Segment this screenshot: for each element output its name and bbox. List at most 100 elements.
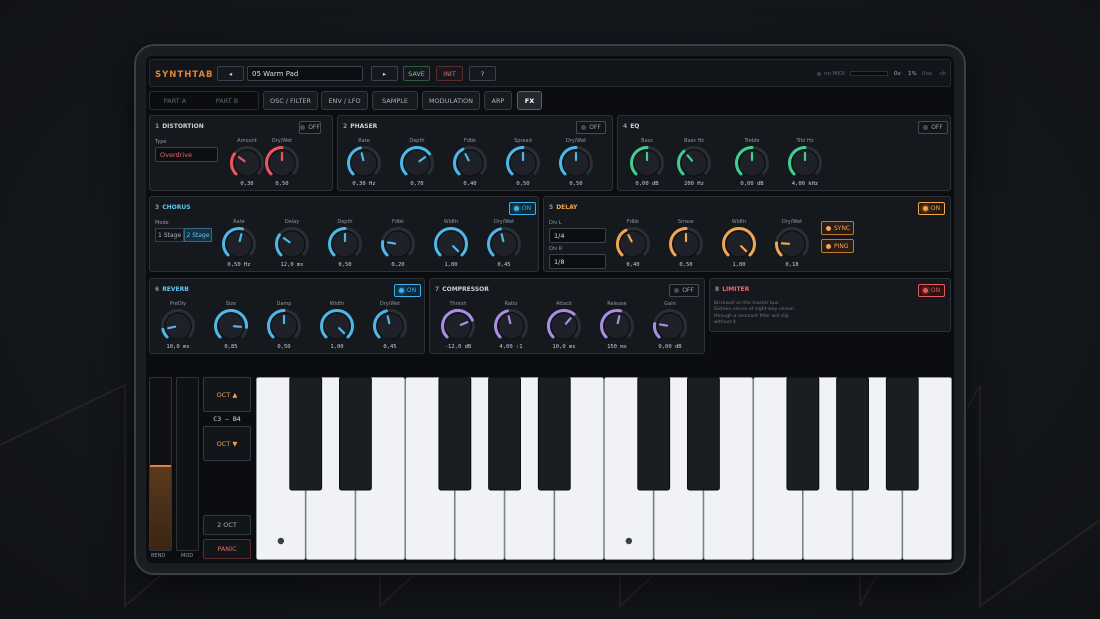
eq-power-toggle[interactable]: OFF (918, 121, 948, 134)
panel-number: 8 (715, 286, 720, 293)
black-key[interactable] (786, 377, 820, 491)
c-key-marker (277, 537, 285, 545)
knob-compressor-release[interactable] (598, 307, 636, 345)
distortion-type-select[interactable]: Overdrive (155, 147, 218, 162)
pitch-bend-wheel[interactable] (149, 377, 172, 551)
save-button[interactable]: SAVE (403, 66, 430, 81)
c-key-marker (625, 537, 633, 545)
help-button[interactable]: ? (469, 66, 496, 81)
knob-eq-bass-hz[interactable] (675, 144, 713, 182)
delay-div-r-select[interactable]: 1/8 (549, 254, 606, 269)
knob-chorus-rate[interactable] (220, 225, 258, 263)
knob-chorus-dry-wet[interactable] (485, 225, 523, 263)
knob-phaser-fdbk[interactable] (451, 144, 489, 182)
knob-phaser-rate[interactable] (345, 144, 383, 182)
delay-ping-button[interactable]: PING (821, 239, 854, 253)
black-key[interactable] (637, 377, 671, 491)
reverb-power-toggle[interactable]: ON (394, 284, 421, 297)
knob-delay-fdbk[interactable] (614, 225, 652, 263)
bend-label: BEND (151, 553, 166, 559)
black-key[interactable] (488, 377, 521, 491)
knob-chorus-delay[interactable] (273, 225, 311, 263)
tab-modulation[interactable]: MODULATION (422, 91, 480, 110)
panic-button[interactable]: PANIC (203, 539, 251, 559)
knob-distortion-amount[interactable] (228, 144, 266, 182)
knob-value: 1,00 (330, 344, 344, 350)
knob-reverb-width[interactable] (318, 307, 356, 345)
knob-value: 10,0 ms (552, 344, 576, 350)
tab-env-lfo[interactable]: ENV / LFO (321, 91, 368, 110)
bend-fill (150, 464, 171, 550)
black-key[interactable] (289, 377, 323, 491)
black-key[interactable] (339, 377, 372, 491)
tab-part-a[interactable]: PART A (154, 91, 196, 110)
knob-value: 0,50 (516, 181, 530, 187)
knob-delay-width[interactable] (720, 225, 758, 263)
knob-reverb-size[interactable] (212, 307, 250, 345)
prev-preset-button[interactable]: ◂ (217, 66, 244, 81)
tab-osc-filter[interactable]: OSC / FILTER (263, 91, 318, 110)
knob-reverb-dry-wet[interactable] (371, 307, 409, 345)
panel-title: 5 DELAY (549, 204, 578, 211)
knob-phaser-dry-wet[interactable] (557, 144, 595, 182)
knob-delay-smear[interactable] (667, 225, 705, 263)
chorus-power-toggle[interactable]: ON (509, 202, 536, 215)
tab-arp[interactable]: ARP (484, 91, 512, 110)
knob-reverb-damp[interactable] (265, 307, 303, 345)
delay-power-toggle[interactable]: ON (918, 202, 945, 215)
octave-down-button[interactable]: OCT ▼ (203, 426, 251, 461)
black-key[interactable] (687, 377, 720, 491)
knob-eq-treble[interactable] (733, 144, 771, 182)
tab-part-b[interactable]: PART B (206, 91, 248, 110)
knob-value: 0,70 (410, 181, 424, 187)
knob-eq-bass[interactable] (628, 144, 666, 182)
panel-title: 6 REVERB (155, 286, 189, 293)
knob-reverb-predly[interactable] (159, 307, 197, 345)
piano-keyboard[interactable] (256, 377, 952, 560)
two-octave-button[interactable]: 2 OCT (203, 515, 251, 535)
phaser-power-toggle[interactable]: OFF (576, 121, 606, 134)
voice-count: 0v (894, 71, 901, 77)
knob-chorus-width[interactable] (432, 225, 470, 263)
level-meter (850, 71, 888, 76)
preset-name-field[interactable]: 05 Warm Pad (247, 66, 363, 81)
tab-fx[interactable]: FX (517, 91, 542, 110)
knob-value: 200 Hz (684, 181, 704, 187)
knob-compressor-gain[interactable] (651, 307, 689, 345)
mod-wheel[interactable] (176, 377, 199, 551)
black-key[interactable] (537, 377, 571, 491)
chorus-mode-2-stage[interactable]: 2 Stage (184, 228, 212, 242)
black-key[interactable] (836, 377, 869, 491)
knob-value: 1,00 (732, 262, 746, 268)
octave-up-button[interactable]: OCT ▲ (203, 377, 251, 412)
distortion-power-toggle[interactable]: OFF (299, 121, 321, 134)
knob-phaser-spread[interactable] (504, 144, 542, 182)
power-label: ON (930, 287, 941, 294)
knob-compressor-attack[interactable] (545, 307, 583, 345)
tab-sample[interactable]: SAMPLE (372, 91, 418, 110)
limiter-power-toggle[interactable]: ON (918, 284, 945, 297)
init-button[interactable]: INIT (436, 66, 463, 81)
knob-value: -12,0 dB (444, 344, 472, 350)
delay-sync-button[interactable]: SYNC (821, 221, 854, 235)
black-key[interactable] (885, 377, 919, 491)
black-key[interactable] (438, 377, 472, 491)
knob-phaser-depth[interactable] (398, 144, 436, 182)
midi-status: no MIDI (824, 71, 845, 77)
chorus-mode-1-stage[interactable]: 1 Stage (155, 228, 184, 242)
knob-chorus-depth[interactable] (326, 225, 364, 263)
next-preset-button[interactable]: ▸ (371, 66, 398, 81)
midi-status-dot (817, 72, 821, 76)
knob-delay-dry-wet[interactable] (773, 225, 811, 263)
panel-number: 4 (623, 123, 628, 130)
knob-compressor-ratio[interactable] (492, 307, 530, 345)
knob-distortion-dry-wet[interactable] (263, 144, 301, 182)
power-label: ON (521, 205, 532, 212)
mod-label: MOD (181, 553, 194, 559)
delay-div-l-select[interactable]: 1/4 (549, 228, 606, 243)
knob-compressor-thresh[interactable] (439, 307, 477, 345)
knob-chorus-fdbk[interactable] (379, 225, 417, 263)
knob-eq-trbl-hz[interactable] (786, 144, 824, 182)
power-led (581, 125, 587, 130)
compressor-power-toggle[interactable]: OFF (669, 284, 699, 297)
